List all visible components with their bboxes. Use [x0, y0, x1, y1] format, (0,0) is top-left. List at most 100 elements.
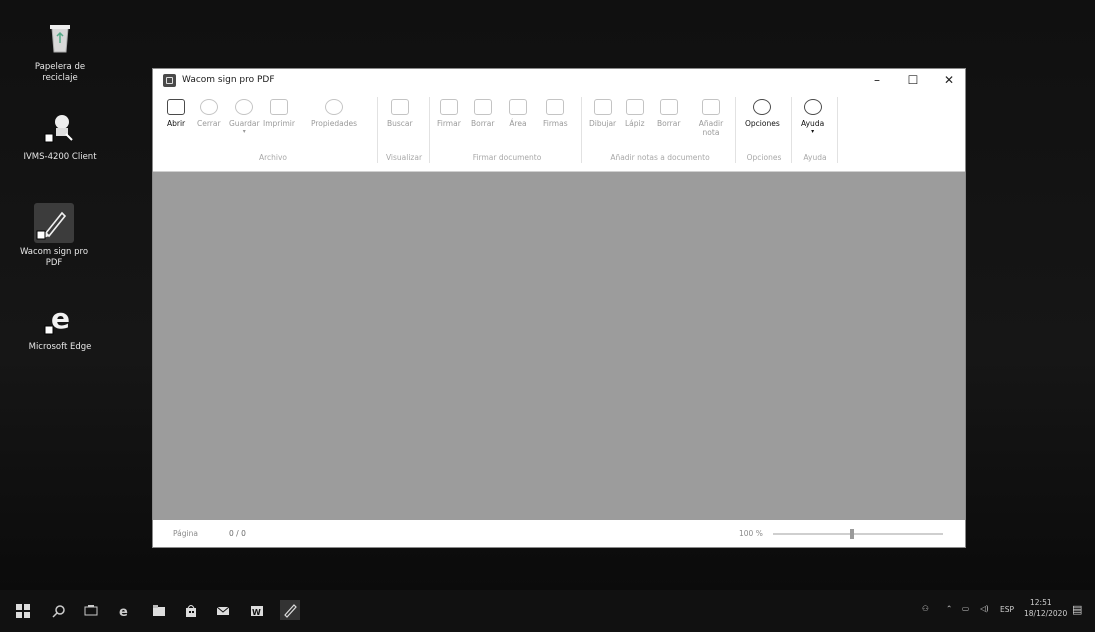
button-label: Dibujar: [589, 119, 617, 128]
desktop-icon-label: Wacom sign pro PDF: [19, 247, 89, 268]
draw-button[interactable]: Dibujar: [589, 99, 616, 128]
desktop-icon-label: IVMS-4200 Client: [23, 152, 97, 162]
chevron-down-icon: ▾: [242, 128, 246, 135]
gear-icon: [753, 99, 772, 115]
clock-date[interactable]: 18/12/2020: [1024, 609, 1067, 618]
task-view-icon[interactable]: [84, 603, 98, 617]
svg-text:e: e: [51, 302, 70, 335]
draw-icon: [593, 99, 612, 115]
eraser-icon: [659, 99, 678, 115]
wacom-pen-icon: [34, 203, 74, 243]
group-label-opciones: Opciones: [746, 153, 782, 162]
start-icon[interactable]: [16, 603, 30, 618]
desktop-icon-wacom[interactable]: Wacom sign pro PDF: [14, 203, 94, 269]
zoom-value: 100 %: [739, 529, 763, 538]
add-note-button[interactable]: Añadir nota: [691, 99, 731, 137]
chevron-down-icon: ▾: [811, 128, 815, 135]
language-indicator[interactable]: ESP: [1000, 605, 1014, 614]
pencil-icon: [625, 99, 644, 115]
ribbon-toolbar: Abrir Cerrar Guardar ▾ Imprimir Propieda…: [153, 91, 965, 172]
group-separator: [581, 97, 582, 163]
erase-signature-button[interactable]: Borrar: [471, 99, 494, 128]
network-icon[interactable]: ▭: [962, 604, 969, 613]
notifications-icon[interactable]: ▤: [1072, 603, 1082, 616]
desktop-icon-edge[interactable]: e Microsoft Edge: [20, 298, 100, 353]
button-label: Borrar: [657, 119, 681, 128]
chevron-up-icon[interactable]: ⌃: [946, 604, 952, 613]
svg-text:e: e: [119, 605, 128, 618]
document-viewer-area[interactable]: [153, 172, 965, 520]
group-label-ayuda: Ayuda: [803, 153, 827, 162]
maximize-button[interactable]: ☐: [895, 69, 931, 91]
edge-icon[interactable]: e: [118, 603, 132, 620]
open-button[interactable]: Abrir: [167, 99, 185, 128]
button-label: Imprimir: [263, 119, 295, 128]
zoom-slider-thumb[interactable]: [850, 529, 854, 539]
print-icon: [269, 99, 288, 115]
button-label: Propiedades: [311, 119, 357, 128]
button-label: Firmas: [543, 119, 568, 128]
svg-text:W: W: [252, 608, 261, 617]
app-icon: [163, 73, 176, 87]
group-separator: [429, 97, 430, 163]
button-label: Opciones: [745, 119, 780, 128]
area-button[interactable]: Área: [509, 99, 527, 128]
button-label: Cerrar: [197, 119, 221, 128]
button-label: Buscar: [387, 119, 413, 128]
open-folder-icon: [167, 99, 186, 115]
print-button[interactable]: Imprimir: [263, 99, 295, 128]
button-label: Guardar: [229, 119, 260, 128]
title-bar[interactable]: Wacom sign pro PDF – ☐ ✕: [153, 69, 965, 91]
signatures-button[interactable]: Firmas: [543, 99, 568, 128]
group-separator: [735, 97, 736, 163]
search-button[interactable]: Buscar: [387, 99, 413, 128]
save-icon: [235, 99, 254, 115]
area-icon: [509, 99, 527, 115]
group-label-visualizar: Visualizar: [385, 153, 423, 162]
save-button[interactable]: Guardar ▾: [229, 99, 260, 135]
add-note-icon: [702, 99, 720, 115]
desktop-icon-label: Papelera de reciclaje: [34, 62, 86, 83]
search-icon: [390, 99, 409, 115]
zoom-slider[interactable]: [773, 529, 943, 539]
help-button[interactable]: Ayuda ▾: [801, 99, 824, 135]
word-icon[interactable]: W: [250, 603, 264, 617]
close-doc-button[interactable]: Cerrar: [197, 99, 221, 128]
volume-icon[interactable]: ◁): [980, 604, 989, 613]
edge-icon: e: [40, 298, 80, 338]
group-separator: [837, 97, 838, 163]
group-label-notas: Añadir notas a documento: [610, 153, 710, 162]
button-label: Área: [509, 119, 527, 128]
page-indicator[interactable]: 0 / 0: [229, 529, 246, 538]
help-icon: [803, 99, 822, 115]
sign-button[interactable]: Firmar: [437, 99, 461, 128]
clock-time[interactable]: 12:51: [1030, 598, 1052, 607]
pencil-button[interactable]: Lápiz: [625, 99, 645, 128]
taskbar: e W ⚇ ⌃ ▭ ◁) ESP 12:51 18/12/2020 ▤: [0, 590, 1095, 632]
signatures-icon: [546, 99, 565, 115]
erase-icon: [473, 99, 492, 115]
properties-button[interactable]: Propiedades: [311, 99, 357, 128]
desktop-icon-ivms-client[interactable]: IVMS-4200 Client: [20, 108, 100, 163]
group-label-firmar: Firmar documento: [472, 153, 542, 162]
recycle-bin-icon: [40, 18, 80, 58]
eraser-button[interactable]: Borrar: [657, 99, 680, 128]
people-icon[interactable]: ⚇: [922, 604, 929, 613]
properties-icon: [325, 99, 343, 115]
options-button[interactable]: Opciones: [745, 99, 780, 128]
close-button[interactable]: ✕: [931, 69, 967, 91]
file-explorer-icon[interactable]: [152, 603, 166, 617]
search-icon[interactable]: [52, 603, 66, 618]
minimize-button[interactable]: –: [859, 69, 895, 91]
group-separator: [791, 97, 792, 163]
desktop-icon-recycle-bin[interactable]: Papelera de reciclaje: [20, 18, 100, 84]
button-label: Lápiz: [625, 119, 645, 128]
window-title: Wacom sign pro PDF: [182, 75, 275, 85]
group-separator: [377, 97, 378, 163]
store-icon[interactable]: [184, 603, 198, 617]
wacom-pen-icon[interactable]: [280, 600, 300, 620]
desktop-icon-label: Microsoft Edge: [28, 342, 92, 352]
mail-icon[interactable]: [216, 603, 230, 617]
sign-pen-icon: [439, 99, 458, 115]
close-doc-icon: [199, 99, 218, 115]
